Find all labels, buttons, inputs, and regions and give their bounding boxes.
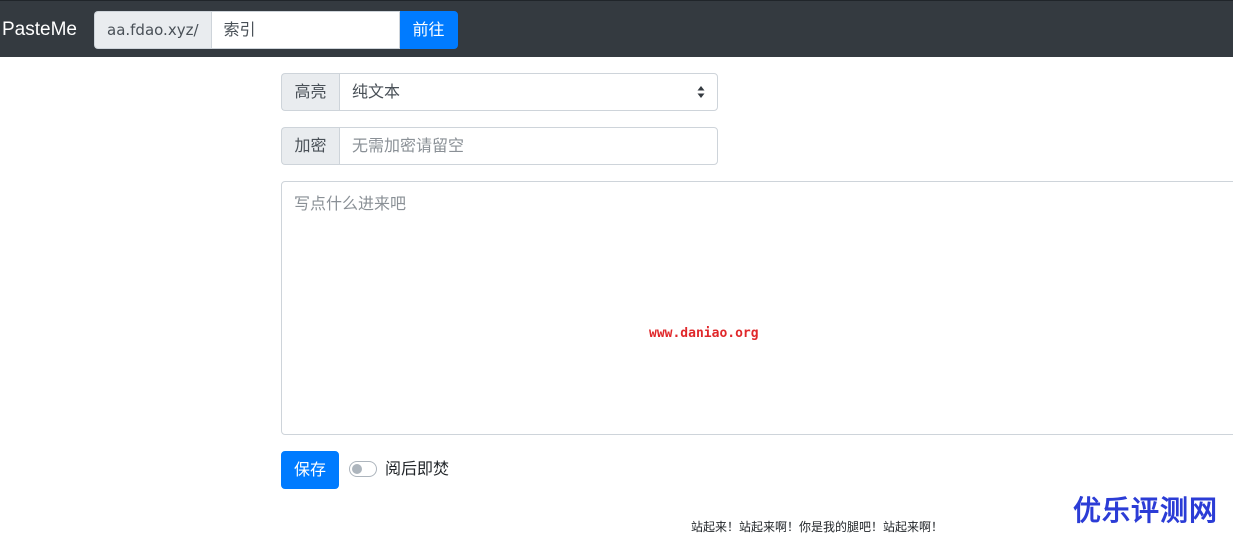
select-arrows-icon (697, 86, 705, 98)
corner-watermark: 优乐评测网 (1073, 494, 1219, 527)
navbar: PasteMe aa.fdao.xyz/ 索引 前往 (0, 0, 1233, 57)
password-label: 加密 (281, 127, 339, 165)
highlight-select-value: 纯文本 (352, 82, 401, 101)
burn-after-read-label: 阅后即焚 (385, 459, 450, 478)
burn-after-read-toggle[interactable] (349, 461, 377, 477)
highlight-select[interactable]: 纯文本 (339, 73, 718, 111)
password-input[interactable]: 无需加密请留空 (339, 127, 718, 165)
password-group: 加密 无需加密请留空 (281, 127, 718, 165)
brand-logo[interactable]: PasteMe (2, 18, 77, 42)
go-button[interactable]: 前往 (399, 11, 458, 49)
watermark-url: www.daniao.org (649, 326, 759, 341)
highlight-label: 高亮 (281, 73, 339, 111)
footer-text: 站起来！站起来啊！你是我的腿吧！站起来啊！ (691, 520, 944, 534)
content-placeholder: 写点什么进来吧 (294, 194, 407, 213)
highlight-group: 高亮 纯文本 (281, 73, 718, 111)
save-button[interactable]: 保存 (281, 451, 339, 489)
url-prefix: aa.fdao.xyz/ (94, 11, 211, 49)
toggle-knob (352, 464, 362, 474)
content-textarea[interactable]: 写点什么进来吧 (281, 181, 1233, 435)
index-input[interactable]: 索引 (210, 11, 400, 49)
index-search-group: aa.fdao.xyz/ 索引 前往 (94, 11, 458, 49)
